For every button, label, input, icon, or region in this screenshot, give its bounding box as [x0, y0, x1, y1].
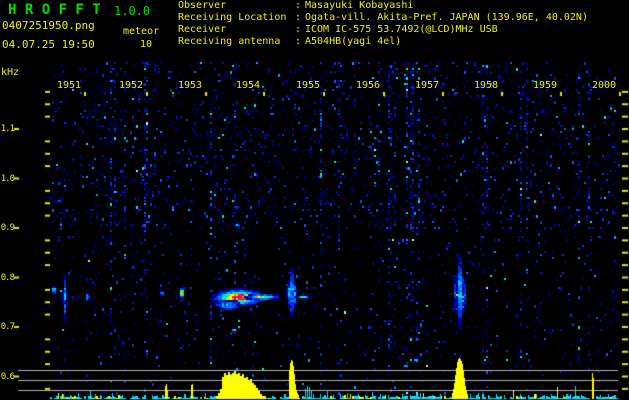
- duration-count: 10: [140, 39, 153, 50]
- time-label: 1957: [414, 80, 440, 91]
- time-label: 1956: [355, 80, 381, 91]
- freq-axis-unit: kHz: [1, 67, 20, 78]
- info-label: Receiving Location: [178, 12, 287, 23]
- app-title: H R O F F T: [8, 2, 101, 18]
- freq-label: 0.6: [0, 371, 15, 382]
- info-value: Ogata-vill. Akita-Pref. JAPAN (139.96E, …: [305, 12, 588, 23]
- info-colon: :: [295, 12, 302, 23]
- time-label: 1951: [56, 80, 82, 91]
- time-label: 1954: [235, 80, 261, 91]
- info-value: Masayuki Kobayashi: [305, 0, 414, 11]
- output-filename: 0407251950.png: [2, 19, 95, 32]
- start-datetime: 04.07.25 19:50: [2, 38, 95, 51]
- info-label: Receiver: [178, 24, 227, 35]
- info-colon: :: [295, 24, 302, 35]
- info-label: Receiving antenna: [178, 36, 281, 47]
- time-label: 1959: [532, 80, 558, 91]
- time-label: 1955: [295, 80, 321, 91]
- time-label: 2000: [591, 80, 617, 91]
- freq-label: 1.0: [0, 173, 15, 184]
- freq-label: 0.7: [0, 322, 15, 332]
- info-colon: :: [295, 0, 302, 11]
- time-label: 1958: [473, 80, 499, 91]
- info-value: A504HB(yagi 4el): [305, 36, 402, 47]
- info-value: ICOM IC-575 53.7492(@LCD)MHz USB: [305, 24, 498, 35]
- freq-label: 1.1: [0, 124, 15, 134]
- info-label: Observer: [178, 0, 227, 11]
- info-colon: :: [295, 36, 302, 47]
- time-label: 1953: [177, 80, 203, 91]
- time-label: 1952: [118, 80, 144, 91]
- freq-label: 0.9: [0, 223, 15, 233]
- spectrogram-canvas: [0, 0, 629, 400]
- freq-label: 0.8: [0, 272, 15, 283]
- hrofft-window: H R O F F T 1.0.0 0407251950.png meteor …: [0, 0, 629, 400]
- app-version: 1.0.0: [114, 4, 151, 18]
- mode-label: meteor: [123, 26, 160, 37]
